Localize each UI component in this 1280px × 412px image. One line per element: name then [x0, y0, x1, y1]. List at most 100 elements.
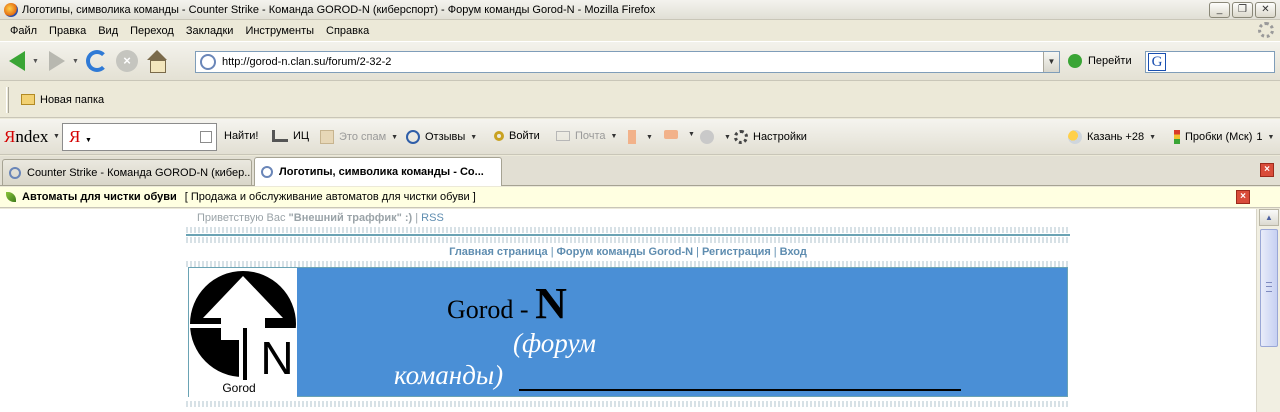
vertical-scrollbar[interactable]: ▲: [1256, 209, 1280, 412]
close-tab-button[interactable]: ×: [1260, 163, 1274, 177]
yandex-input-checkbox[interactable]: [200, 131, 212, 143]
yandex-logo-rest: ndex: [15, 126, 49, 146]
window-title: Логотипы, символика команды - Counter St…: [22, 3, 656, 16]
forward-arrow-icon: [49, 51, 65, 71]
close-window-button[interactable]: ✕: [1255, 2, 1276, 18]
back-history-dropdown[interactable]: ▼: [32, 58, 40, 65]
yandex-reviews-button[interactable]: Отзывы ▼: [406, 130, 477, 144]
menu-go[interactable]: Переход: [124, 25, 180, 37]
team-logo: N Gorod: [189, 268, 297, 398]
menu-help[interactable]: Справка: [320, 25, 375, 37]
yandex-money-dropdown[interactable]: ▼: [646, 134, 653, 141]
nav-separator: |: [550, 246, 554, 258]
yandex-market-button[interactable]: ▼: [664, 130, 695, 139]
nav-login-link[interactable]: Вход: [780, 246, 807, 258]
scrollbar-thumb[interactable]: [1260, 229, 1278, 347]
top-rule-divider: [186, 234, 1070, 236]
go-button-label: Перейти: [1088, 55, 1132, 67]
forum-page: Приветствую Вас "Внешний траффик" :) | R…: [186, 209, 1070, 412]
yandex-spam-button[interactable]: Это спам ▼: [320, 130, 398, 144]
top-stripe-divider: [186, 227, 1070, 233]
menu-edit[interactable]: Правка: [43, 25, 92, 37]
yandex-mail-button[interactable]: Почта ▼: [556, 130, 617, 142]
forward-button[interactable]: [44, 48, 70, 74]
tab-counter-strike[interactable]: Counter Strike - Команда GOROD-N (кибер.…: [2, 159, 252, 185]
maximize-button[interactable]: ❐: [1232, 2, 1253, 18]
title-underline: [519, 389, 961, 391]
yandex-find-button[interactable]: Найти!: [224, 130, 258, 142]
stop-icon: ×: [116, 50, 138, 72]
yandex-feeds-dropdown[interactable]: ▼: [724, 134, 731, 141]
ad-title-link[interactable]: Автоматы для чистки обуви: [22, 191, 177, 203]
feeds-icon: [700, 130, 714, 144]
yandex-logo-dropdown[interactable]: ▼: [53, 133, 60, 140]
logo-caption: Gorod: [222, 381, 255, 395]
tab-bar: Counter Strike - Команда GOROD-N (кибер.…: [0, 156, 1280, 186]
yandex-settings-label: Настройки: [753, 131, 807, 143]
menu-view[interactable]: Вид: [92, 25, 124, 37]
site-title-big: N: [535, 279, 567, 328]
yandex-spam-dropdown[interactable]: ▼: [391, 134, 398, 141]
greeting-prefix: Приветствую Вас: [197, 212, 286, 224]
scroll-up-button[interactable]: ▲: [1259, 209, 1279, 226]
minimize-button[interactable]: _: [1209, 2, 1230, 18]
menu-bookmarks[interactable]: Закладки: [180, 25, 240, 37]
menu-tools[interactable]: Инструменты: [239, 25, 320, 37]
yandex-money-button[interactable]: ▼: [628, 130, 653, 144]
yandex-market-dropdown[interactable]: ▼: [688, 131, 695, 138]
tab-label: Counter Strike - Команда GOROD-N (кибер.…: [27, 166, 252, 179]
stop-button[interactable]: ×: [114, 48, 140, 74]
nav-forum-link[interactable]: Форум команды Gorod-N: [557, 246, 694, 258]
rss-link[interactable]: RSS: [421, 212, 444, 224]
tab-favicon-icon: [261, 166, 273, 178]
yandex-reviews-dropdown[interactable]: ▼: [470, 134, 477, 141]
reload-button[interactable]: [84, 48, 110, 74]
nav-separator: |: [696, 246, 699, 258]
speech-bubble-icon: [406, 130, 420, 144]
ad-subtitle[interactable]: [ Продажа и обслуживание автоматов для ч…: [185, 191, 476, 203]
yandex-weather-button[interactable]: Казань +28 ▼: [1068, 130, 1156, 144]
yandex-feeds-button[interactable]: ▼: [700, 130, 731, 144]
ad-close-button[interactable]: ×: [1236, 190, 1250, 204]
tab-logos[interactable]: Логотипы, символика команды - Co...: [254, 157, 502, 186]
yandex-logo[interactable]: Яndex: [4, 127, 48, 147]
google-search-engine-icon[interactable]: G: [1148, 53, 1166, 71]
address-bar-url[interactable]: http://gorod-n.clan.su/forum/2-32-2: [222, 56, 391, 68]
yandex-search-input[interactable]: Я ▼: [62, 123, 217, 151]
yandex-logo-ya: Я: [4, 126, 16, 146]
yandex-ic-label: ИЦ: [293, 130, 310, 142]
go-button[interactable]: Перейти: [1068, 54, 1132, 68]
yandex-settings-button[interactable]: Настройки: [734, 130, 807, 144]
site-title: Gorod - N: [447, 278, 567, 329]
yandex-mail-dropdown[interactable]: ▼: [611, 133, 618, 140]
yandex-login-button[interactable]: Войти: [494, 130, 540, 142]
search-box[interactable]: G: [1145, 51, 1275, 73]
yandex-ya-icon: Я: [69, 127, 81, 146]
bar-chart-icon: [272, 130, 288, 142]
site-title-prefix: Gorod -: [447, 295, 529, 324]
site-favicon-icon: [200, 54, 216, 70]
yandex-input-dropdown[interactable]: ▼: [85, 137, 92, 144]
nav-register-link[interactable]: Регистрация: [702, 246, 771, 258]
site-subtitle-line2: команды): [394, 360, 504, 390]
yandex-spam-label: Это спам: [339, 131, 387, 143]
address-history-dropdown[interactable]: ▼: [1043, 52, 1059, 72]
bookmark-folder-new[interactable]: Новая папка: [40, 94, 104, 106]
yandex-ic-button[interactable]: ИЦ: [272, 130, 309, 142]
forward-history-dropdown[interactable]: ▼: [72, 58, 80, 65]
yandex-weather-dropdown[interactable]: ▼: [1149, 134, 1156, 141]
activity-throbber-icon: [1258, 22, 1274, 38]
yandex-traffic-button[interactable]: Пробки (Мск) 1 ▼: [1174, 130, 1274, 144]
back-button[interactable]: [4, 48, 30, 74]
toolbar-grip: [6, 86, 9, 113]
ad-bar: Автоматы для чистки обуви [ Продажа и об…: [0, 187, 1280, 208]
yandex-mail-label: Почта: [575, 130, 606, 142]
home-button[interactable]: [144, 48, 170, 74]
market-icon: [664, 130, 678, 139]
back-arrow-icon: [9, 51, 25, 71]
yandex-traffic-dropdown[interactable]: ▼: [1268, 134, 1275, 141]
menu-file[interactable]: Файл: [4, 25, 43, 37]
nav-home-link[interactable]: Главная страница: [449, 246, 548, 258]
home-icon: [146, 50, 168, 73]
address-bar[interactable]: http://gorod-n.clan.su/forum/2-32-2 ▼: [195, 51, 1060, 73]
